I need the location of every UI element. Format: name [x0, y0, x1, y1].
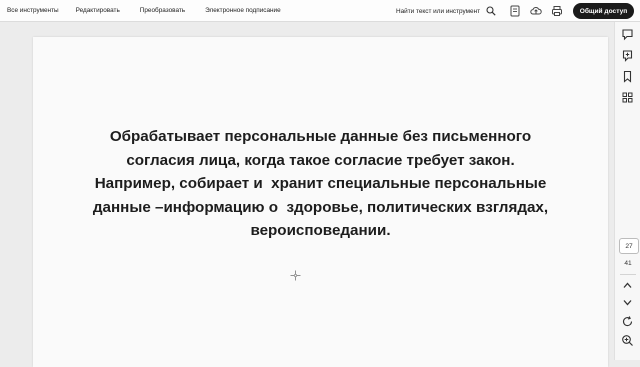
text-line: вероисповедании. — [250, 222, 391, 240]
bookmark-icon[interactable] — [621, 70, 634, 83]
text-line: данные –информацию о здоровье, политичес… — [92, 198, 549, 216]
document-viewport[interactable]: Обрабатывает персональные данные без пис… — [0, 22, 614, 367]
menu-e-sign[interactable]: Электронное подписание — [205, 7, 281, 14]
menu-convert[interactable]: Преобразовать — [140, 7, 185, 14]
menu-edit[interactable]: Редактировать — [76, 7, 120, 14]
zoom-icon[interactable] — [621, 334, 634, 347]
refresh-icon[interactable] — [621, 315, 634, 328]
current-page-number[interactable]: 27 — [619, 238, 639, 254]
divider — [620, 274, 636, 275]
search-label[interactable]: Найти текст или инструмент — [396, 8, 480, 15]
document-page: Обрабатывает персональные данные без пис… — [33, 37, 608, 367]
chevron-up-icon[interactable] — [621, 279, 634, 292]
search-icon[interactable] — [486, 6, 496, 16]
right-sidebar: 27 41 — [614, 22, 640, 360]
search-tools[interactable]: Найти текст или инструмент — [396, 0, 496, 22]
comment-icon[interactable] — [621, 49, 634, 62]
text-line: согласия лица, когда такое согласие треб… — [126, 151, 515, 169]
top-toolbar: Все инструменты Редактировать Преобразов… — [0, 0, 640, 22]
document-text: Обрабатывает персональные данные без пис… — [33, 125, 608, 243]
move-cursor-icon — [290, 270, 301, 281]
chevron-down-icon[interactable] — [621, 296, 634, 309]
menu-all-tools[interactable]: Все инструменты — [7, 7, 59, 14]
share-button[interactable]: Общий доступ — [573, 3, 634, 19]
total-pages: 41 — [624, 259, 632, 267]
cloud-upload-icon[interactable] — [530, 5, 542, 17]
text-line: Обрабатывает персональные данные без пис… — [109, 128, 532, 145]
grid-icon[interactable] — [621, 91, 634, 104]
main-menu: Все инструменты Редактировать Преобразов… — [0, 7, 301, 14]
print-icon[interactable] — [551, 5, 563, 17]
chat-icon[interactable] — [621, 28, 634, 41]
file-save-icon[interactable] — [509, 5, 521, 17]
text-line: Например, собирает и хранит специальные … — [94, 175, 547, 193]
